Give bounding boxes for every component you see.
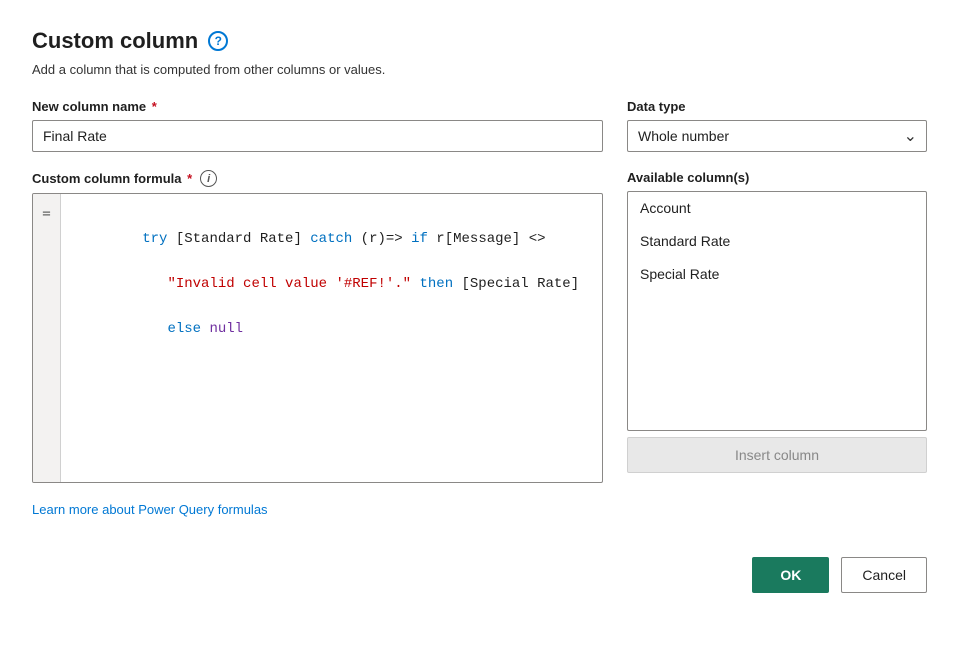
column-name-input[interactable]	[32, 120, 603, 152]
info-icon[interactable]: i	[200, 170, 217, 187]
column-item-account[interactable]: Account	[628, 192, 926, 225]
column-item-standard-rate[interactable]: Standard Rate	[628, 225, 926, 258]
formula-content[interactable]: try [Standard Rate] catch (r)=> if r[Mes…	[61, 194, 602, 482]
dialog-title: Custom column	[32, 28, 198, 54]
column-name-group: New column name *	[32, 99, 603, 152]
ok-button[interactable]: OK	[752, 557, 829, 593]
formula-group: Custom column formula * i = try [Standar…	[32, 170, 603, 483]
footer-row: OK Cancel	[32, 557, 927, 593]
formula-gutter: =	[33, 194, 61, 482]
dialog-subtitle: Add a column that is computed from other…	[32, 62, 927, 77]
available-columns-label: Available column(s)	[627, 170, 927, 185]
required-star-formula: *	[184, 171, 193, 186]
help-icon[interactable]: ?	[208, 31, 228, 51]
data-type-group: Data type Whole number ⌄	[627, 99, 927, 152]
formula-label: Custom column formula *	[32, 171, 192, 186]
learn-more-link[interactable]: Learn more about Power Query formulas	[32, 502, 268, 517]
column-item-special-rate[interactable]: Special Rate	[628, 258, 926, 291]
data-type-label: Data type	[627, 99, 927, 114]
required-star-name: *	[148, 99, 157, 114]
columns-list: Account Standard Rate Special Rate	[627, 191, 927, 431]
formula-label-row: Custom column formula * i	[32, 170, 603, 187]
available-columns-group: Available column(s) Account Standard Rat…	[627, 170, 927, 473]
dialog-title-row: Custom column ?	[32, 28, 927, 54]
formula-editor[interactable]: = try [Standard Rate] catch (r)=> if r[M…	[32, 193, 603, 483]
data-type-select-wrapper: Whole number ⌄	[627, 120, 927, 152]
column-name-label: New column name *	[32, 99, 603, 114]
formula-row: Custom column formula * i = try [Standar…	[32, 170, 927, 483]
top-form-row: New column name * Data type Whole number…	[32, 99, 927, 152]
insert-column-button: Insert column	[627, 437, 927, 473]
cancel-button[interactable]: Cancel	[841, 557, 927, 593]
data-type-select[interactable]: Whole number	[627, 120, 927, 152]
